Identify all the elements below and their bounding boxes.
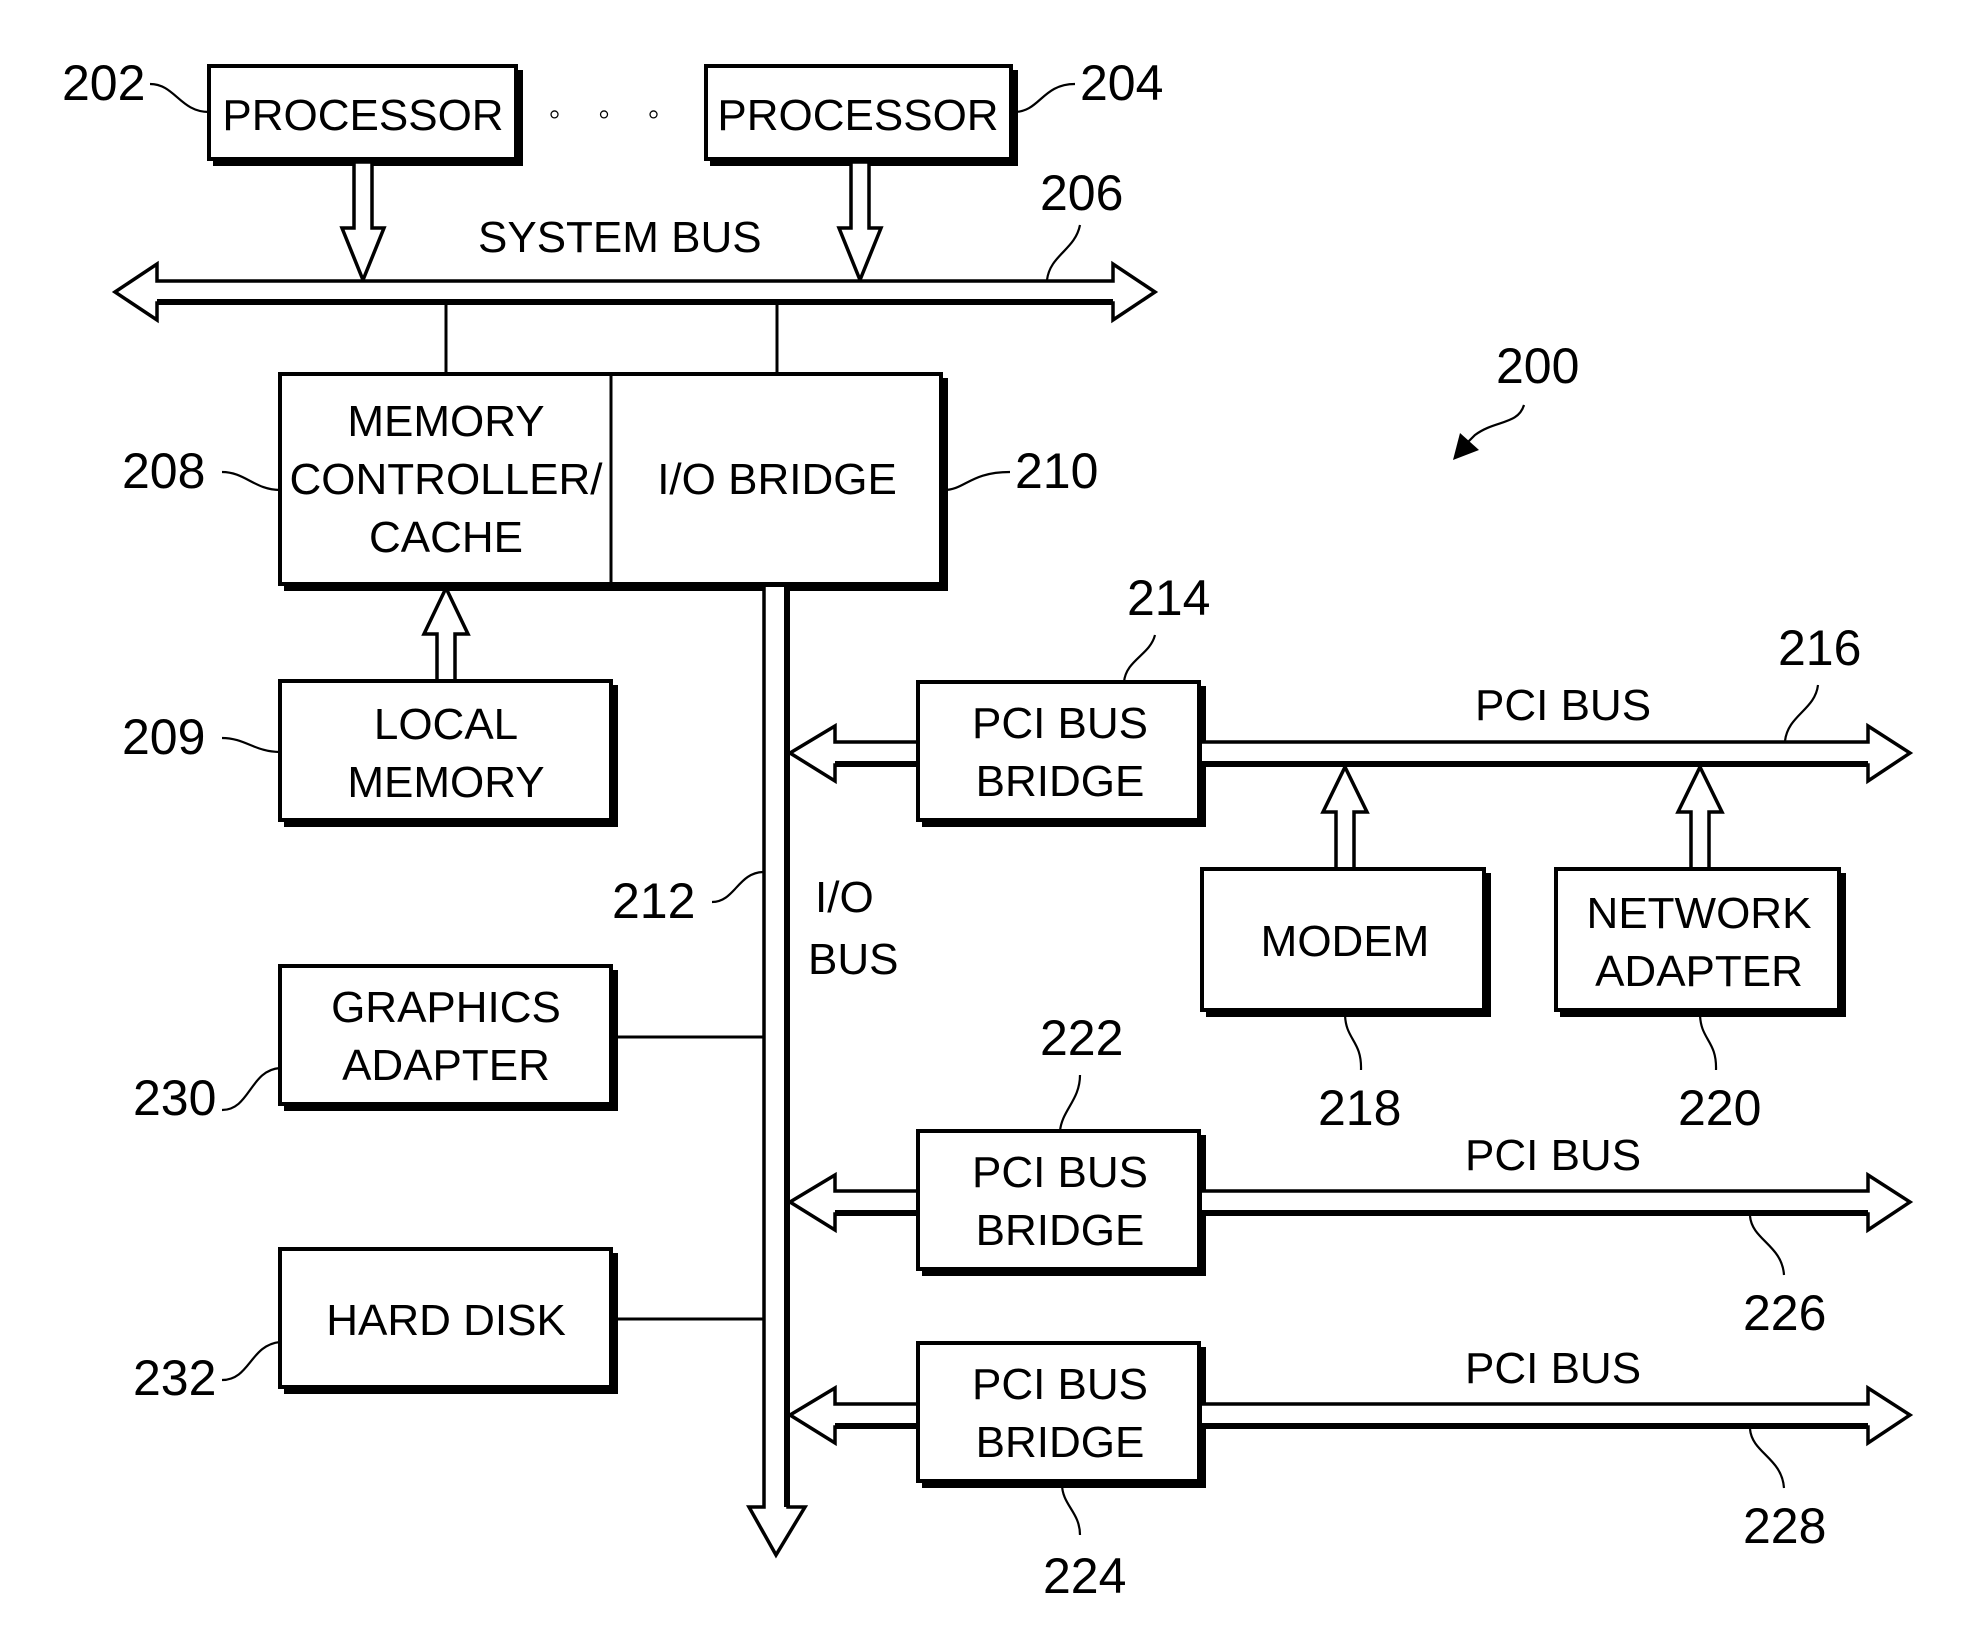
modem: MODEM	[1200, 867, 1491, 1017]
ellipsis: ◦ ◦ ◦	[548, 95, 673, 133]
figure-pointer-arrowhead-icon	[1453, 433, 1479, 460]
pci-bridge-224-arrow	[786, 1384, 920, 1447]
ref-216: 216	[1778, 620, 1861, 676]
memctrl-line-1: MEMORY	[347, 397, 544, 446]
ref-232: 232	[133, 1350, 216, 1406]
ref-226: 226	[1743, 1285, 1826, 1341]
ref-222: 222	[1040, 1010, 1123, 1066]
memctrl-line-2: CONTROLLER/	[290, 455, 604, 504]
processor-204-arrow	[836, 160, 884, 285]
processor-204-label: PROCESSOR	[717, 91, 998, 140]
network-adapter: NETWORK ADAPTER	[1554, 867, 1846, 1017]
ref-209: 209	[122, 709, 205, 765]
memory-controller-io-bridge: MEMORY CONTROLLER/ CACHE I/O BRIDGE	[278, 372, 948, 591]
pci-bridge-222: PCI BUS BRIDGE	[916, 1129, 1206, 1276]
block-diagram: PROCESSOR 202 ◦ ◦ ◦ PROCESSOR 204 SYSTEM…	[62, 55, 1914, 1604]
ref-202: 202	[62, 55, 145, 111]
processor-204: PROCESSOR	[704, 64, 1018, 166]
ref-212: 212	[612, 873, 695, 929]
io-bridge-label: I/O BRIDGE	[657, 455, 897, 504]
ref-220: 220	[1678, 1080, 1761, 1136]
pci-bus-226-arrow	[1202, 1171, 1914, 1234]
local-memory: LOCAL MEMORY	[278, 679, 618, 827]
pci-bridge-222-line-1: PCI BUS	[972, 1148, 1148, 1197]
io-bus-line-2: BUS	[808, 935, 898, 984]
graphics-adapter: GRAPHICS ADAPTER	[278, 964, 618, 1111]
network-adapter-arrow	[1675, 763, 1725, 871]
pci-bridge-222-arrow	[786, 1171, 920, 1234]
leader-202	[149, 82, 210, 114]
pci-bridge-214-line-2: BRIDGE	[976, 757, 1145, 806]
pci-bridge-224-line-2: BRIDGE	[976, 1418, 1145, 1467]
leader-206	[1045, 224, 1082, 281]
ref-206: 206	[1040, 165, 1123, 221]
local-memory-line-2: MEMORY	[347, 758, 544, 807]
leader-220	[1698, 1012, 1718, 1071]
leader-226	[1748, 1215, 1786, 1276]
network-adapter-line-2: ADAPTER	[1595, 947, 1803, 996]
pci-bridge-224-line-1: PCI BUS	[972, 1360, 1148, 1409]
pci-bus-226-label: PCI BUS	[1465, 1131, 1641, 1180]
leader-212	[711, 870, 765, 904]
io-bus-line-1: I/O	[815, 873, 874, 922]
pci-bus-216-label: PCI BUS	[1475, 681, 1651, 730]
leader-224	[1060, 1483, 1082, 1536]
leader-218	[1343, 1012, 1363, 1071]
pci-bridge-214: PCI BUS BRIDGE	[916, 680, 1206, 827]
pci-bridge-214-line-1: PCI BUS	[972, 699, 1148, 748]
ref-200: 200	[1496, 338, 1579, 394]
processor-202-label: PROCESSOR	[222, 91, 503, 140]
ref-224: 224	[1043, 1548, 1126, 1604]
graphics-line-1: GRAPHICS	[331, 983, 561, 1032]
leader-204	[1013, 82, 1076, 114]
ref-228: 228	[1743, 1498, 1826, 1554]
ref-230: 230	[133, 1070, 216, 1126]
leader-208	[221, 470, 281, 492]
modem-label: MODEM	[1261, 917, 1430, 966]
leader-232	[221, 1340, 281, 1382]
system-bus-label: SYSTEM BUS	[478, 213, 762, 262]
ref-218: 218	[1318, 1080, 1401, 1136]
pci-bridge-224: PCI BUS BRIDGE	[916, 1341, 1206, 1488]
memctrl-line-3: CACHE	[369, 513, 523, 562]
hard-disk-label: HARD DISK	[326, 1296, 566, 1345]
pci-bridge-214-arrow	[786, 722, 920, 785]
pci-bus-228-arrow	[1202, 1384, 1914, 1447]
leader-214	[1122, 634, 1157, 683]
processor-202-arrow	[339, 160, 387, 285]
network-adapter-line-1: NETWORK	[1587, 889, 1812, 938]
local-memory-arrow	[421, 583, 471, 683]
ref-204: 204	[1080, 55, 1163, 111]
ref-214: 214	[1127, 570, 1210, 626]
pci-bridge-222-line-2: BRIDGE	[976, 1206, 1145, 1255]
system-bus-arrow	[111, 260, 1159, 324]
processor-202: PROCESSOR	[207, 64, 523, 166]
leader-222	[1058, 1074, 1082, 1132]
leader-228	[1748, 1428, 1786, 1489]
leader-230	[221, 1066, 281, 1112]
leader-216	[1783, 684, 1820, 742]
figure-pointer-leader	[1464, 404, 1526, 446]
ref-210: 210	[1015, 443, 1098, 499]
leader-209	[221, 736, 281, 754]
modem-arrow	[1320, 763, 1370, 871]
pci-bus-228-label: PCI BUS	[1465, 1344, 1641, 1393]
graphics-line-2: ADAPTER	[342, 1041, 550, 1090]
ref-208: 208	[122, 443, 205, 499]
pci-bus-216-arrow	[1202, 722, 1914, 785]
leader-210	[943, 470, 1011, 492]
local-memory-line-1: LOCAL	[374, 700, 518, 749]
hard-disk: HARD DISK	[278, 1247, 618, 1394]
